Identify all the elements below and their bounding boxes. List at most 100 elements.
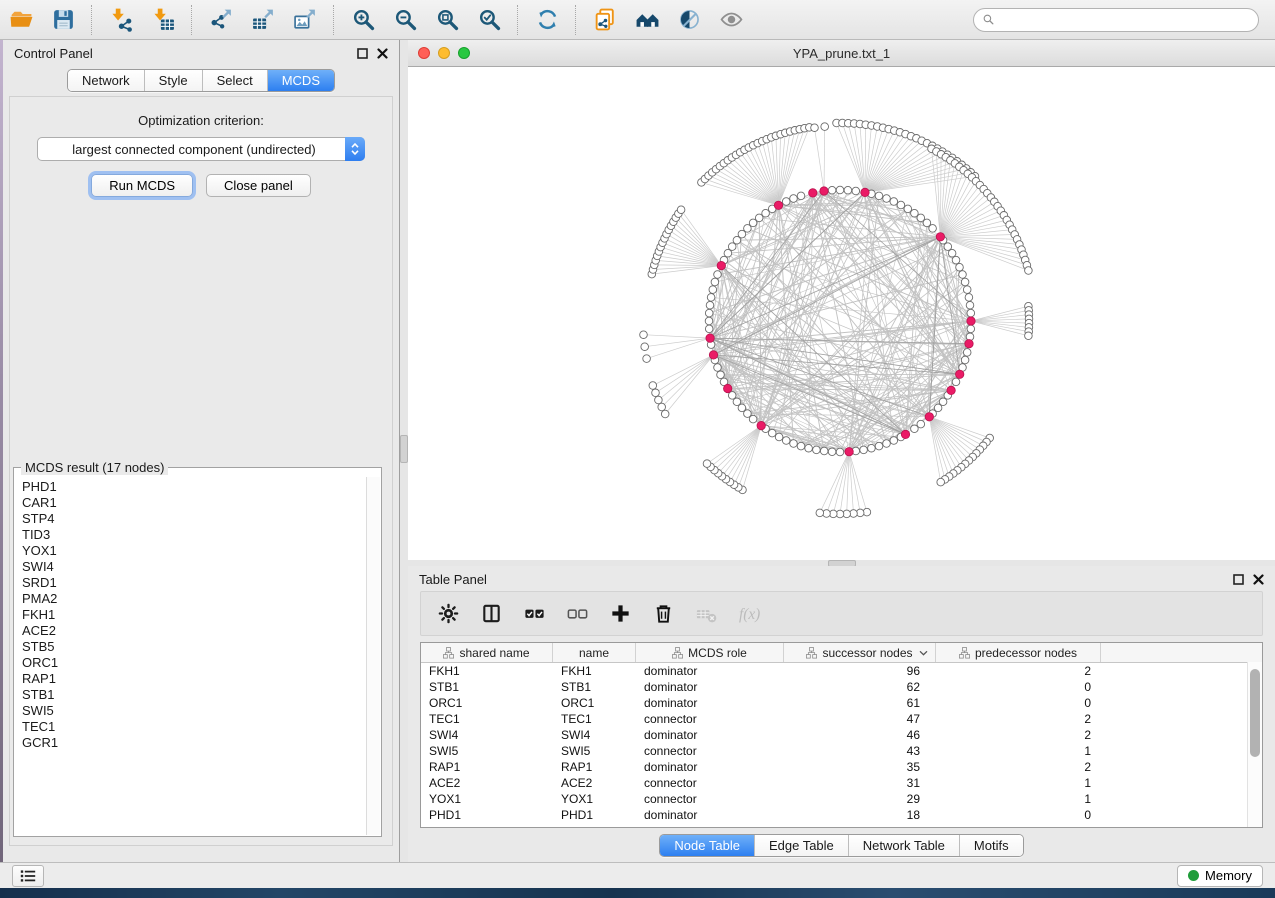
table-row[interactable]: YOX1YOX1connector291 — [421, 791, 1262, 807]
mcds-result-scrollbar[interactable] — [366, 477, 380, 835]
mcds-result-item[interactable]: TEC1 — [22, 719, 367, 735]
mcds-result-item[interactable]: SWI5 — [22, 703, 367, 719]
table-row[interactable]: TEC1TEC1connector472 — [421, 711, 1262, 727]
table-row[interactable]: ORC1ORC1dominator610 — [421, 695, 1262, 711]
zoom-out-button[interactable] — [389, 4, 421, 36]
zoom-selected-button[interactable] — [473, 4, 505, 36]
mcds-result-item[interactable]: ORC1 — [22, 655, 367, 671]
column-header-shared-name[interactable]: shared name — [421, 643, 553, 662]
search-input[interactable] — [1000, 10, 1250, 30]
criterion-select[interactable]: largest connected component (undirected) — [37, 137, 365, 161]
tab-motifs[interactable]: Motifs — [959, 835, 1023, 856]
table-row[interactable]: SWI4SWI4dominator462 — [421, 727, 1262, 743]
float-table-panel-icon[interactable] — [1233, 574, 1244, 585]
column-header-successor-nodes[interactable]: successor nodes — [784, 643, 936, 662]
table-cell: 43 — [784, 744, 936, 758]
table-cell: 2 — [936, 728, 1101, 742]
hide-graphics-details-button[interactable] — [715, 4, 747, 36]
show-graphics-details-button[interactable] — [673, 4, 705, 36]
deselect-all-checkboxes-button[interactable] — [561, 598, 593, 630]
first-neighbors-button[interactable] — [631, 4, 663, 36]
select-stepper-icon — [345, 137, 365, 161]
network-window: YPA_prune.txt_1 — [408, 40, 1275, 560]
mcds-result-item[interactable]: SRD1 — [22, 575, 367, 591]
tab-select[interactable]: Select — [202, 70, 267, 91]
table-row[interactable]: ACE2ACE2connector311 — [421, 775, 1262, 791]
column-settings-button[interactable] — [432, 598, 464, 630]
export-table-icon — [251, 7, 276, 32]
apply-layout-button[interactable] — [531, 4, 563, 36]
mcds-result-item[interactable]: SWI4 — [22, 559, 367, 575]
mcds-result-item[interactable]: STB1 — [22, 687, 367, 703]
table-cell: 31 — [784, 776, 936, 790]
export-network-button[interactable] — [205, 4, 237, 36]
table-cell: TEC1 — [421, 712, 553, 726]
tab-style[interactable]: Style — [144, 70, 202, 91]
mcds-result-item[interactable]: PMA2 — [22, 591, 367, 607]
vertical-splitter[interactable] — [400, 40, 408, 862]
zoom-fit-button[interactable] — [431, 4, 463, 36]
function-builder-button[interactable]: f(x) — [733, 598, 765, 630]
memory-status-dot — [1188, 870, 1199, 881]
memory-button[interactable]: Memory — [1177, 865, 1263, 887]
toolbar-separator — [91, 5, 93, 35]
table-row[interactable]: RAP1RAP1dominator352 — [421, 759, 1262, 775]
splitter-grip[interactable] — [400, 435, 408, 463]
column-header-predecessor-nodes[interactable]: predecessor nodes — [936, 643, 1101, 662]
mcds-result-item[interactable]: ACE2 — [22, 623, 367, 639]
tab-edge-table[interactable]: Edge Table — [754, 835, 848, 856]
optimization-criterion-label: Optimization criterion: — [10, 113, 392, 128]
tab-node-table[interactable]: Node Table — [660, 835, 754, 856]
mcds-result-item[interactable]: FKH1 — [22, 607, 367, 623]
close-panel-button[interactable]: Close panel — [206, 174, 311, 197]
mcds-result-item[interactable]: TID3 — [22, 527, 367, 543]
add-row-icon — [609, 602, 632, 625]
import-table-button[interactable] — [147, 4, 179, 36]
table-cell: PHD1 — [421, 808, 553, 822]
mcds-result-item[interactable]: STB5 — [22, 639, 367, 655]
network-graph[interactable] — [408, 67, 1275, 560]
close-table-panel-icon[interactable] — [1253, 574, 1264, 585]
delete-row-button[interactable] — [647, 598, 679, 630]
mcds-result-item[interactable]: YOX1 — [22, 543, 367, 559]
add-row-button[interactable] — [604, 598, 636, 630]
tab-network-table[interactable]: Network Table — [848, 835, 959, 856]
float-panel-icon[interactable] — [357, 48, 368, 59]
open-session-button[interactable] — [5, 4, 37, 36]
save-session-button[interactable] — [47, 4, 79, 36]
table-scrollbar-thumb[interactable] — [1250, 669, 1260, 757]
mcds-result-item[interactable]: RAP1 — [22, 671, 367, 687]
table-cell: dominator — [636, 728, 784, 742]
column-header-MCDS-role[interactable]: MCDS role — [636, 643, 784, 662]
export-image-button[interactable] — [289, 4, 321, 36]
task-history-button[interactable] — [12, 865, 44, 887]
tab-network[interactable]: Network — [68, 70, 144, 91]
table-cell: connector — [636, 744, 784, 758]
zoom-in-button[interactable] — [347, 4, 379, 36]
delete-table-button[interactable] — [690, 598, 722, 630]
mcds-result-item[interactable]: GCR1 — [22, 735, 367, 751]
table-row[interactable]: PHD1PHD1dominator180 — [421, 807, 1262, 823]
hide-graphics-details-icon — [719, 7, 744, 32]
mcds-result-item[interactable]: PHD1 — [22, 479, 367, 495]
show-columns-button[interactable] — [475, 598, 507, 630]
table-row[interactable]: FKH1FKH1dominator962 — [421, 663, 1262, 679]
network-canvas[interactable] — [408, 67, 1275, 560]
table-row[interactable]: STB1STB1dominator620 — [421, 679, 1262, 695]
new-network-from-selection-button[interactable] — [589, 4, 621, 36]
column-header-name[interactable]: name — [553, 643, 636, 662]
table-row[interactable]: SWI5SWI5connector431 — [421, 743, 1262, 759]
tab-mcds[interactable]: MCDS — [267, 70, 334, 91]
select-all-checkboxes-button[interactable] — [518, 598, 550, 630]
table-scrollbar[interactable] — [1247, 662, 1262, 827]
table-header-row: shared namenameMCDS rolesuccessor nodesp… — [421, 643, 1262, 663]
close-panel-icon[interactable] — [377, 48, 388, 59]
mcds-result-item[interactable]: CAR1 — [22, 495, 367, 511]
table-cell: 96 — [784, 664, 936, 678]
export-table-button[interactable] — [247, 4, 279, 36]
run-mcds-button[interactable]: Run MCDS — [91, 174, 193, 197]
import-network-button[interactable] — [105, 4, 137, 36]
mcds-result-item[interactable]: STP4 — [22, 511, 367, 527]
search-box[interactable] — [973, 8, 1259, 32]
mcds-result-list[interactable]: PHD1CAR1STP4TID3YOX1SWI4SRD1PMA2FKH1ACE2… — [15, 477, 367, 835]
